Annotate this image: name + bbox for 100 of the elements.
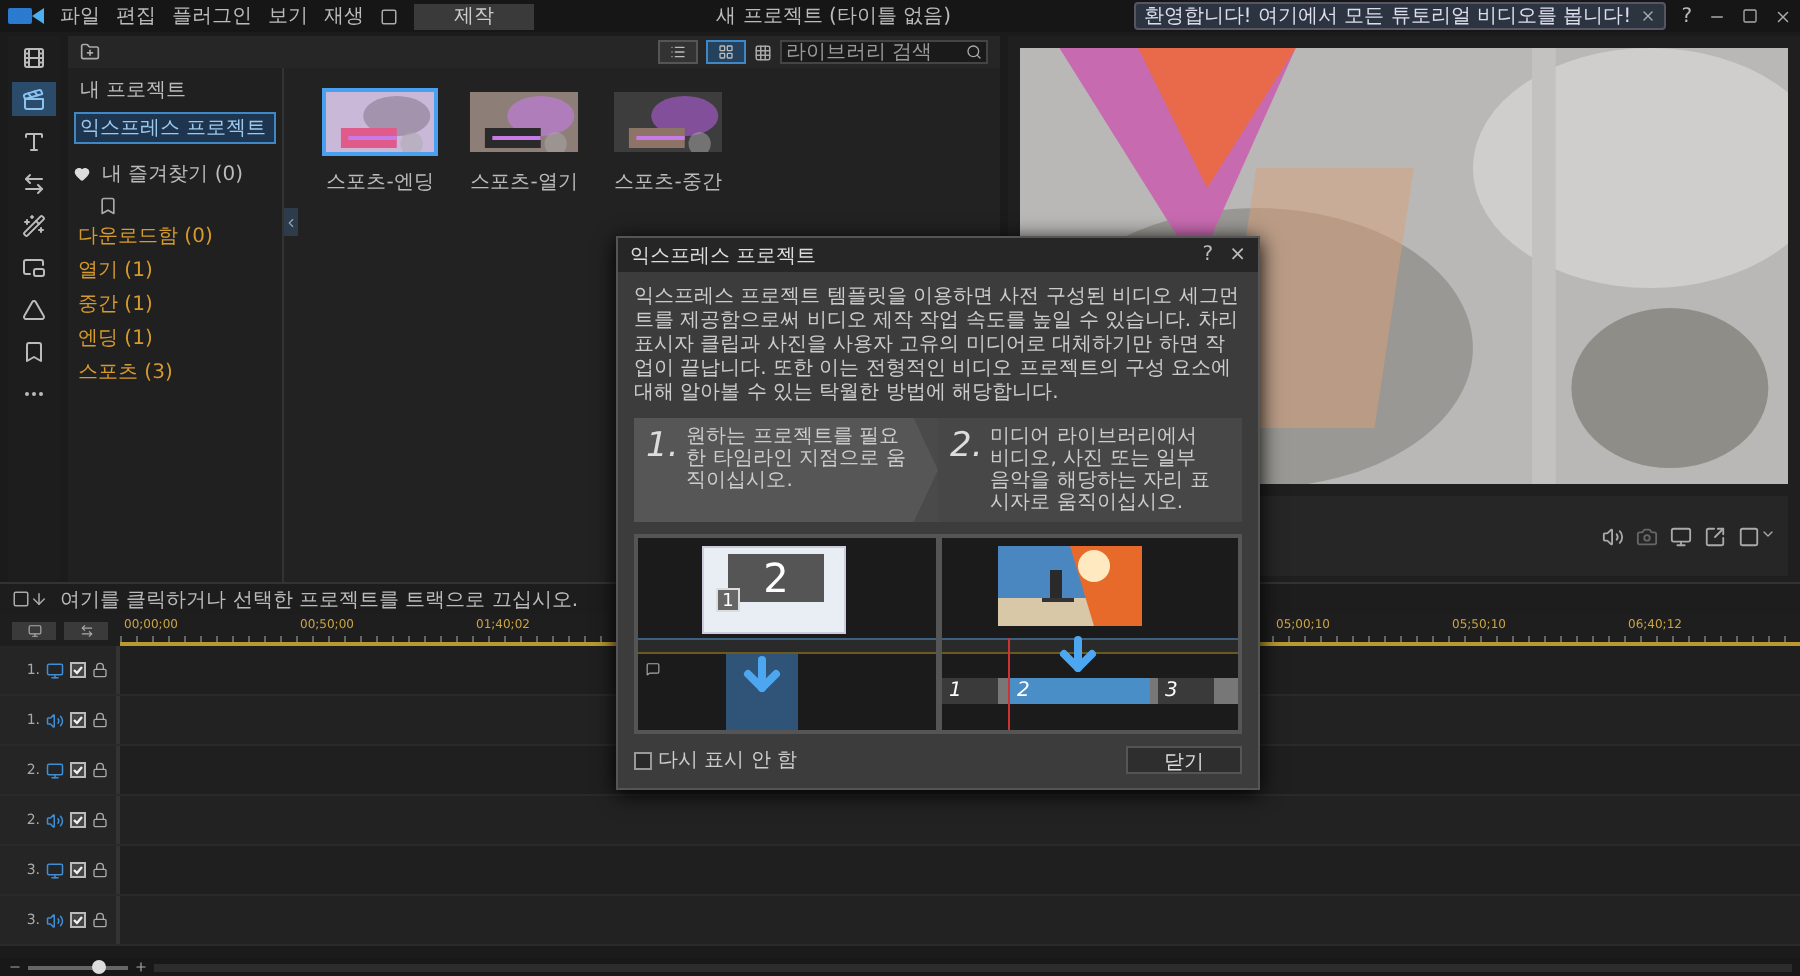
step-number: 1. [646, 426, 679, 470]
lock-icon[interactable] [92, 762, 108, 778]
check-icon [72, 814, 84, 826]
category-item[interactable]: 열기 (1) [74, 256, 276, 284]
thumbnail-label: 스포츠-중간 [614, 170, 722, 196]
card-number: 1 [716, 588, 740, 612]
transition-icon [22, 171, 46, 195]
tree-item[interactable]: 익스프레스 프로젝트 [74, 112, 276, 144]
track-checkbox[interactable] [70, 812, 86, 828]
lock-icon[interactable] [92, 862, 108, 878]
restore-icon[interactable] [1742, 8, 1758, 24]
track-checkbox[interactable] [70, 712, 86, 728]
monitor-icon [46, 761, 64, 779]
close-icon[interactable] [1774, 7, 1792, 25]
monitor-icon [27, 623, 41, 637]
category-item[interactable]: 중간 (1) [74, 290, 276, 318]
view-mode-button[interactable] [658, 40, 698, 64]
monitor-icon [46, 861, 64, 879]
lock-icon[interactable] [92, 712, 108, 728]
view-mode-button[interactable] [706, 40, 746, 64]
thumbnail-label: 스포츠-열기 [470, 170, 578, 196]
check-icon [72, 714, 84, 726]
triangle-icon [22, 297, 46, 321]
check-icon [72, 914, 84, 926]
tree-item[interactable]: 내 프로젝트 [74, 74, 276, 106]
search-field[interactable]: 라이브러리 검색 [780, 40, 988, 64]
logo-icon [8, 6, 44, 26]
step-text: 미디어 라이브러리에서 비디오, 사진 또는 일부 음악을 해당하는 자리 표시자로 움직이십시오. [990, 426, 1212, 514]
camera-icon[interactable] [1636, 525, 1658, 547]
arrows-icon [79, 623, 93, 637]
speaker-icon [46, 711, 64, 729]
save-icon[interactable] [380, 7, 398, 25]
menu-item[interactable]: 재생 [324, 2, 364, 30]
check-icon [72, 864, 84, 876]
lock-icon[interactable] [92, 912, 108, 928]
produce-button[interactable]: 제작 [414, 3, 534, 29]
check-icon [72, 664, 84, 676]
help-link[interactable]: ? [1202, 244, 1214, 266]
title-icon [22, 129, 46, 153]
track-checkbox[interactable] [70, 762, 86, 778]
aspect-ratio-icon[interactable] [1738, 525, 1776, 547]
track-checkbox[interactable] [70, 862, 86, 878]
heart-icon [74, 166, 90, 182]
search-icon[interactable] [966, 44, 982, 60]
checkbox-label: 다시 표시 안 함 [658, 748, 798, 774]
clip-placeholder: 1 [941, 678, 997, 704]
timeline-hint: 여기를 클릭하거나 선택한 프로젝트를 트랙으로 끄십시오. [60, 587, 579, 613]
monitor-icon[interactable] [1670, 525, 1692, 547]
wand-icon [22, 213, 46, 237]
template-thumbnail[interactable] [322, 88, 438, 156]
export-icon[interactable] [1704, 525, 1726, 547]
lock-icon[interactable] [92, 662, 108, 678]
side-tab[interactable] [12, 82, 56, 116]
help-link[interactable]: ? [1681, 5, 1692, 27]
menu-item[interactable]: 플러그인 [172, 2, 252, 30]
category-item[interactable]: 다운로드함 (0) [74, 222, 276, 250]
media-icon [22, 45, 46, 69]
overlay-icon [22, 255, 46, 279]
step-text: 원하는 프로젝트를 필요한 타임라인 지점으로 움직이십시오. [686, 426, 908, 496]
track-checkbox[interactable] [70, 912, 86, 928]
slider-thumb[interactable] [92, 959, 106, 973]
lock-icon[interactable] [92, 812, 108, 828]
list-icon [670, 44, 686, 60]
step-number: 2. [950, 426, 983, 470]
category-item[interactable]: 스포츠 (3) [74, 358, 276, 386]
close-button[interactable]: × [1229, 244, 1246, 266]
track-view-button[interactable] [12, 621, 56, 639]
card-number: 2 [728, 554, 824, 602]
clip-placeholder: 2 [1009, 678, 1149, 704]
comment-icon [646, 662, 660, 676]
window-title: 새 프로젝트 (타이틀 없음) [714, 4, 954, 30]
folder-add-icon[interactable] [80, 42, 100, 62]
checkbox[interactable] [634, 751, 652, 769]
track-checkbox[interactable] [70, 662, 86, 678]
close-button[interactable]: 닫기 [1126, 746, 1242, 774]
tree-item[interactable]: 내 즐겨찾기 (0) [96, 158, 250, 190]
down-arrow-icon [738, 650, 786, 698]
category-item[interactable]: 엔딩 (1) [74, 324, 276, 352]
fit-button[interactable] [64, 621, 108, 639]
speaker-icon[interactable] [1602, 525, 1624, 547]
grid-icon[interactable] [754, 43, 772, 61]
chevron-icon [284, 215, 298, 229]
menu-item[interactable]: 편집 [116, 2, 156, 30]
menu-item[interactable]: 파일 [60, 2, 100, 30]
speaker-icon [46, 811, 64, 829]
description: 익스프레스 프로젝트 템플릿을 이용하면 사전 구성된 비디오 세그먼트를 제공함으로써 비디오 제작 작업 속도를 높일 수 있습니다. 차리 표시자 클립과 사진을 사용자 고유의 미디어로 대체하기만 하면 작업이 끝납니다. 또한 이는 전형적인 비디오 프로젝트의 구성 요소에 대해 알아볼 수 있는 탁월한 방법에 해당합니다. [634, 286, 1241, 406]
monitor-icon [46, 661, 64, 679]
zoom-in-icon[interactable] [134, 960, 148, 974]
template-thumbnail[interactable] [466, 88, 582, 156]
menu-item[interactable]: 보기 [268, 2, 308, 30]
close-icon[interactable] [1639, 8, 1656, 24]
clip-placeholder: 3 [1157, 678, 1213, 704]
collapse-button[interactable] [284, 208, 298, 236]
thumbnail-label: 스포츠-엔딩 [326, 170, 434, 196]
template-thumbnail[interactable] [610, 88, 726, 156]
zoom-out-icon[interactable] [8, 960, 22, 974]
bookmark-icon [22, 339, 46, 363]
speaker-icon [46, 911, 64, 929]
track-manager-icon[interactable] [12, 590, 48, 608]
clapperboard-icon [22, 87, 46, 111]
